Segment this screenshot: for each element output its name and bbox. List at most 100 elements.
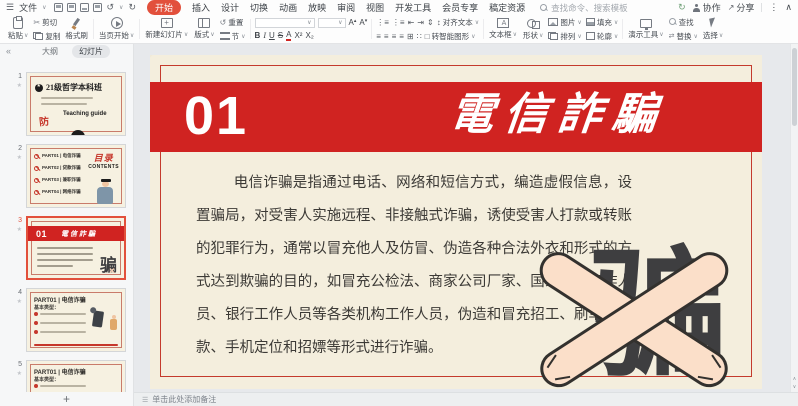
select-button[interactable]: 选择 [702, 18, 724, 41]
slide-thumbnail-5[interactable]: 5 PART01 | 电信诈骗 基本类型： [0, 360, 133, 392]
section-button[interactable]: 节 [220, 31, 246, 42]
present-tools-button[interactable]: 演示工具 [627, 19, 664, 40]
scrollbar-thumb[interactable] [792, 48, 797, 126]
underline-button[interactable]: U [269, 31, 275, 40]
undo-icon[interactable] [107, 2, 115, 13]
add-slide-button[interactable] [63, 393, 70, 405]
align-right-icon[interactable] [392, 32, 397, 41]
new-slide-button[interactable]: 新建幻灯片 [144, 18, 189, 40]
tab-devtools[interactable]: 开发工具 [395, 1, 431, 14]
file-menu-caret-icon[interactable] [42, 4, 46, 11]
preview-icon[interactable] [93, 3, 102, 12]
align-center-icon[interactable] [384, 32, 389, 41]
strikethrough-button[interactable]: S [278, 31, 283, 40]
next-slide-icon[interactable] [793, 384, 797, 390]
redo-icon[interactable] [128, 2, 136, 13]
no-icon [34, 154, 39, 159]
bullets-icon[interactable] [376, 18, 389, 27]
undo-caret-icon[interactable] [119, 4, 123, 11]
insert-group: 文本框 形状 图片 排列 填充 轮廓 [485, 16, 621, 42]
copy-button[interactable]: 复制 [33, 31, 60, 42]
cut-button[interactable]: 剪切 [33, 17, 60, 28]
save-icon[interactable] [54, 3, 63, 12]
superscript-button[interactable]: X² [294, 31, 302, 40]
tab-slides[interactable]: 幻灯片 [72, 45, 110, 58]
text-box-button[interactable]: 文本框 [488, 18, 518, 40]
main-menu-icon[interactable] [6, 2, 14, 13]
decrease-indent-icon[interactable] [408, 18, 415, 27]
tab-member[interactable]: 会员专享 [442, 1, 478, 14]
export-icon[interactable] [67, 3, 76, 12]
tab-slideshow[interactable]: 放映 [308, 1, 326, 14]
increase-indent-icon[interactable] [417, 18, 424, 27]
align-text-button[interactable]: 对齐文本 [437, 17, 479, 28]
file-menu[interactable]: 文件 [19, 1, 37, 14]
title-banner[interactable]: 01 電信詐騙 [150, 82, 762, 152]
find-button[interactable]: 查找 [669, 17, 698, 28]
tab-design[interactable]: 设计 [221, 1, 239, 14]
bold-button[interactable]: B [255, 31, 261, 40]
arrange-button[interactable]: 排列 [548, 31, 581, 42]
no-icon [34, 166, 39, 171]
tab-resources[interactable]: 稿定资源 [489, 1, 525, 14]
distribute-icon[interactable] [407, 32, 414, 41]
tab-animation[interactable]: 动画 [279, 1, 297, 14]
italic-button[interactable]: I [263, 31, 266, 40]
tab-review[interactable]: 审阅 [337, 1, 355, 14]
font-color-button[interactable]: A [286, 31, 291, 41]
thumbnail-canvas[interactable]: 21级哲学本科班 防 Teaching guide [26, 72, 126, 136]
picture-button[interactable]: 图片 [548, 17, 581, 28]
outline-button[interactable]: 轮廓 [586, 31, 618, 42]
slide-canvas[interactable]: 01 電信詐騙 电信诈骗是指通过电话、网络和短信方式，编造虚假信息，设置骗局，对… [134, 44, 798, 392]
thumbnail-canvas[interactable]: PART01 | 电信诈骗 基本类型： [26, 360, 126, 392]
paste-caret-icon [24, 32, 28, 39]
slide-thumbnail-3-selected[interactable]: 3 01電信詐騙 骗 [0, 216, 133, 280]
vertical-scrollbar[interactable] [790, 44, 798, 392]
slide-thumbnail-4[interactable]: 4 PART01 | 电信诈骗 基本类型： [0, 288, 133, 352]
more-icon[interactable] [769, 2, 778, 13]
tab-outline[interactable]: 大纲 [36, 46, 64, 57]
collaborate-button[interactable]: 协作 [693, 1, 721, 14]
smart-graphic-button[interactable]: 转智能图形 [425, 31, 476, 42]
thumbnail-canvas[interactable]: 01電信詐騙 骗 [26, 216, 126, 280]
reset-button[interactable]: 重置 [220, 17, 246, 28]
thumb1-title: 21级哲学本科班 [46, 82, 102, 93]
tab-home[interactable]: 开始 [147, 0, 181, 15]
play-from-current-button[interactable]: 当页开始 [98, 17, 135, 41]
tab-transition[interactable]: 切换 [250, 1, 268, 14]
layout-button[interactable]: 版式 [193, 18, 215, 40]
format-painter-icon [71, 18, 82, 29]
format-painter-button[interactable]: 格式刷 [64, 18, 89, 41]
line-spacing-icon[interactable] [427, 18, 434, 27]
align-left-icon[interactable] [376, 32, 381, 41]
font-size-select[interactable] [318, 18, 346, 28]
thumbnail-canvas[interactable]: PART01 | 电信诈骗 基本类型： [26, 288, 126, 352]
current-slide[interactable]: 01 電信詐騙 电信诈骗是指通过电话、网络和短信方式，编造虚假信息，设置骗局，对… [150, 55, 762, 389]
tab-insert[interactable]: 插入 [192, 1, 210, 14]
replace-button[interactable]: 替换 [669, 31, 698, 42]
fill-button[interactable]: 填充 [586, 17, 618, 28]
collapse-ribbon-icon[interactable] [785, 2, 792, 13]
decrease-font-button[interactable]: A [359, 18, 367, 27]
numbering-icon[interactable] [392, 18, 405, 27]
columns-icon[interactable] [417, 32, 422, 41]
sync-icon[interactable] [678, 2, 686, 13]
share-button[interactable]: 分享 [728, 1, 755, 14]
previous-slide-icon[interactable] [793, 376, 797, 382]
tab-view[interactable]: 视图 [366, 1, 384, 14]
thumbnail-canvas[interactable]: PART01 | 电信诈骗 PART02 | 贷款诈骗 PART03 | 兼职诈… [26, 144, 126, 208]
slide-thumbnail-2[interactable]: 2 PART01 | 电信诈骗 PART02 | 贷款诈骗 PART03 | 兼… [0, 144, 133, 208]
search-input[interactable] [551, 3, 659, 13]
subscript-button[interactable]: X₂ [305, 31, 313, 40]
justify-icon[interactable] [399, 32, 404, 41]
collapse-panel-icon[interactable] [6, 46, 11, 56]
print-icon[interactable] [80, 3, 89, 12]
slide-thumbnail-1[interactable]: 1 21级哲学本科班 防 Teaching guide [0, 72, 133, 136]
paste-button[interactable]: 粘贴 [7, 17, 29, 41]
notes-placeholder[interactable]: 单击此处添加备注 [152, 394, 216, 405]
increase-font-button[interactable]: A [349, 18, 357, 27]
font-name-select[interactable] [255, 18, 315, 28]
search-box[interactable] [540, 3, 659, 13]
shapes-button[interactable]: 形状 [522, 18, 544, 41]
notes-bar[interactable]: 单击此处添加备注 [134, 392, 798, 406]
